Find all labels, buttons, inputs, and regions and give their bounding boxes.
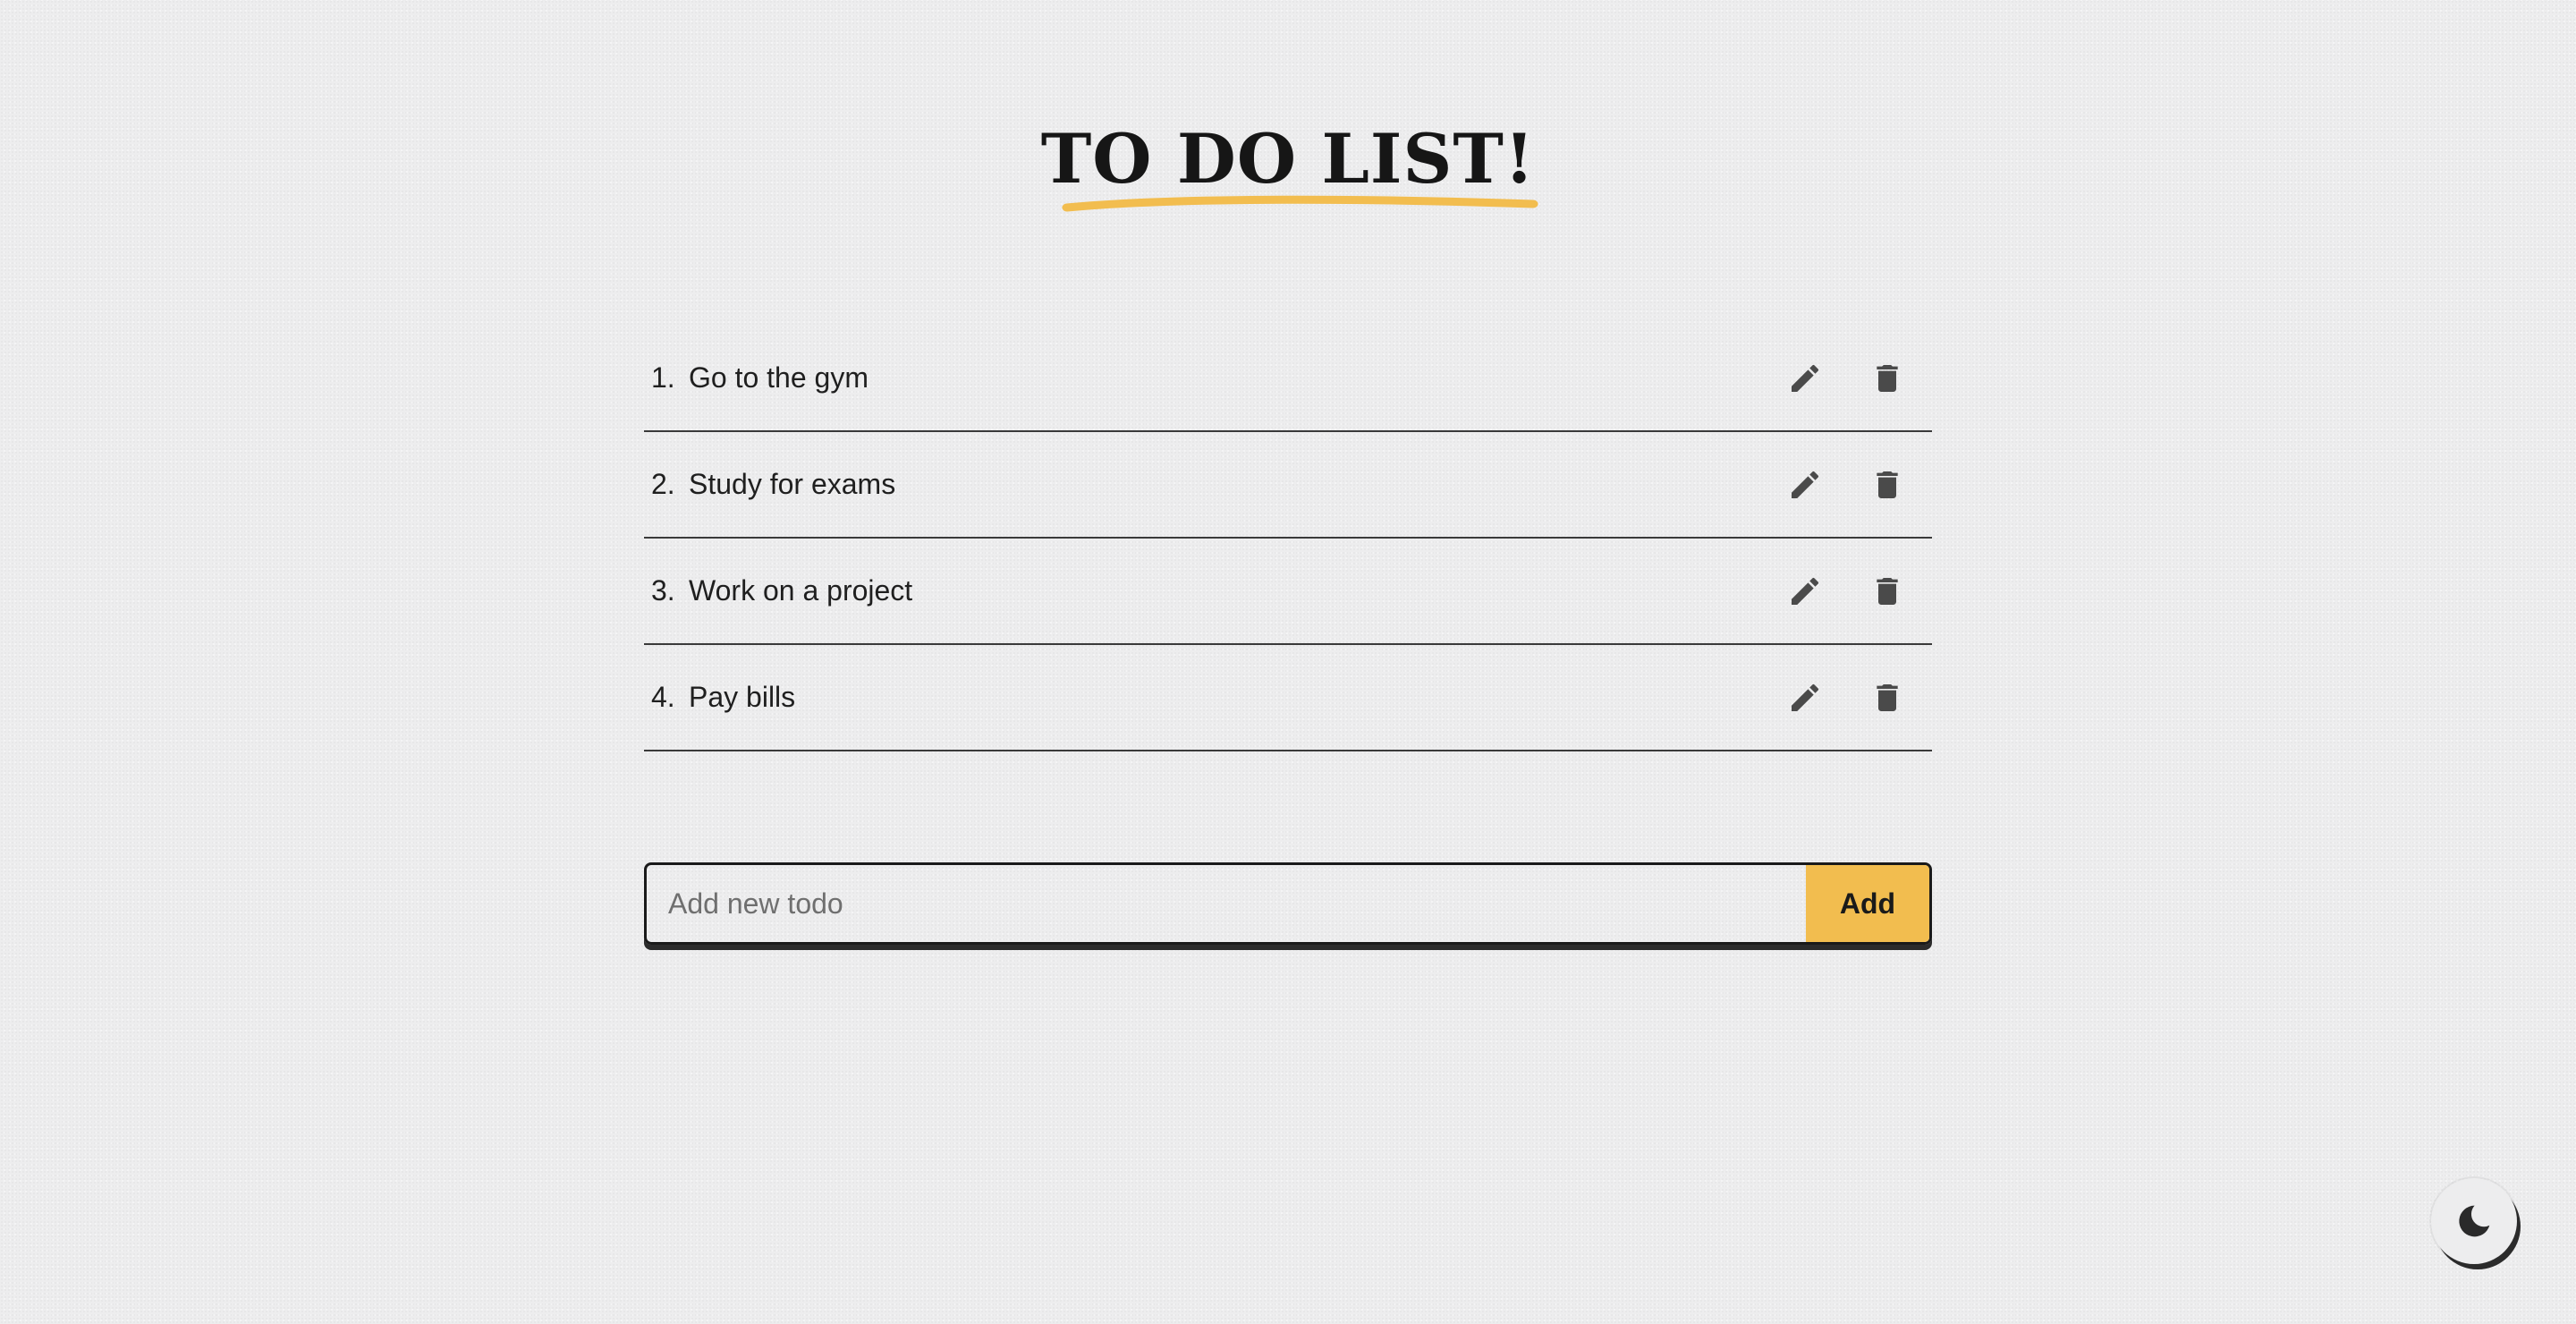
- todo-number: 2.: [651, 468, 675, 500]
- todo-text: Work on a project: [689, 574, 913, 607]
- todo-text: Go to the gym: [689, 361, 869, 394]
- title-wrap: TO DO LIST!: [1041, 115, 1538, 212]
- trash-icon: [1877, 577, 1898, 605]
- page-header: TO DO LIST!: [0, 115, 2576, 212]
- todo-text: Study for exams: [689, 468, 896, 500]
- todo-list: 1. Go to the gym 2. Study for exams 3. W…: [644, 326, 1932, 751]
- pencil-icon: [1792, 471, 1819, 498]
- pencil-icon: [1792, 364, 1819, 392]
- delete-button[interactable]: [1860, 671, 1914, 725]
- trash-icon: [1877, 364, 1898, 392]
- add-todo-form: Add: [644, 862, 1932, 945]
- trash-icon: [1877, 683, 1898, 711]
- edit-button[interactable]: [1778, 671, 1832, 725]
- edit-button[interactable]: [1778, 564, 1832, 618]
- todo-item: 1. Go to the gym: [644, 326, 1932, 432]
- delete-button[interactable]: [1860, 352, 1914, 405]
- todo-number: 3.: [651, 574, 675, 607]
- pencil-icon: [1792, 683, 1819, 711]
- delete-button[interactable]: [1860, 458, 1914, 512]
- delete-button[interactable]: [1860, 564, 1914, 618]
- todo-item: 3. Work on a project: [644, 539, 1932, 645]
- todo-number: 1.: [651, 361, 675, 394]
- new-todo-input[interactable]: [647, 865, 1806, 942]
- title-underline: [1062, 195, 1538, 212]
- pencil-icon: [1792, 577, 1819, 605]
- todo-number: 4.: [651, 681, 675, 713]
- todo-text: Pay bills: [689, 681, 796, 713]
- edit-button[interactable]: [1778, 352, 1832, 405]
- trash-icon: [1877, 471, 1898, 498]
- add-button[interactable]: Add: [1806, 865, 1929, 942]
- todo-item: 2. Study for exams: [644, 432, 1932, 539]
- edit-button[interactable]: [1778, 458, 1832, 512]
- theme-toggle-button[interactable]: [2431, 1178, 2517, 1264]
- moon-icon: [2459, 1205, 2490, 1237]
- todo-item: 4. Pay bills: [644, 645, 1932, 751]
